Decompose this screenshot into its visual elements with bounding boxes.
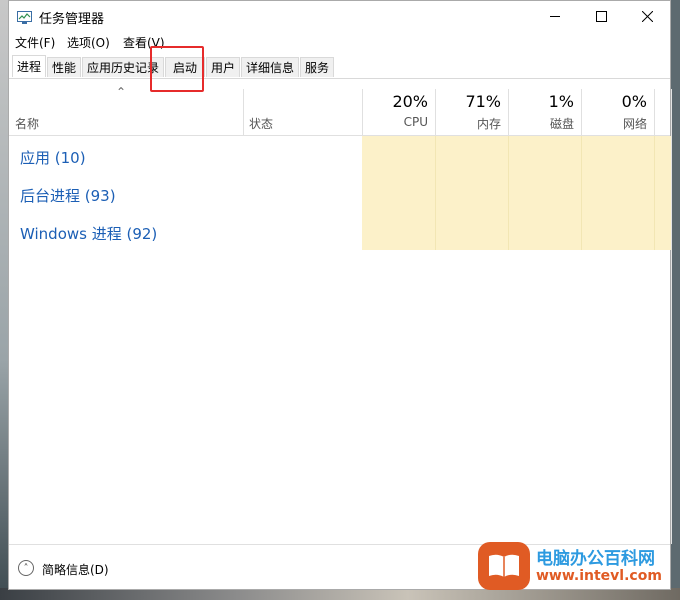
minimize-button[interactable] (532, 1, 578, 31)
title-bar[interactable]: 任务管理器 (9, 1, 670, 31)
scroll-edge (671, 89, 672, 544)
cpu-label: CPU (403, 115, 428, 129)
close-button[interactable] (624, 1, 670, 31)
startup-tab-highlight (150, 46, 204, 92)
group-label: 应用 (10) (20, 149, 86, 167)
column-status[interactable]: 状态 (249, 115, 273, 132)
column-divider[interactable] (654, 89, 655, 135)
tab-services[interactable]: 服务 (300, 57, 334, 77)
column-network[interactable]: 0% 网络 (582, 89, 654, 135)
watermark-title: 电脑办公百科网 (536, 549, 655, 569)
column-disk[interactable]: 1% 磁盘 (509, 89, 581, 135)
process-list: 应用 (10) 后台进程 (93) Windows 进程 (92) (9, 136, 671, 250)
task-manager-app-icon (17, 9, 32, 24)
fewer-details-link[interactable]: 简略信息(D) (42, 561, 109, 578)
disk-percent: 1% (548, 92, 574, 111)
group-row-windows[interactable]: Windows 进程 (92) (9, 212, 670, 250)
sort-up-icon[interactable]: ⌃ (116, 85, 126, 99)
tab-performance[interactable]: 性能 (47, 57, 81, 77)
network-percent: 0% (621, 92, 647, 111)
tab-bar: 进程 性能 应用历史记录 启动 用户 详细信息 服务 (9, 54, 670, 79)
disk-label: 磁盘 (549, 117, 574, 131)
memory-percent: 71% (465, 92, 501, 111)
watermark: 电脑办公百科网 www.intevl.com (472, 540, 676, 592)
tab-details[interactable]: 详细信息 (241, 57, 299, 77)
window-title: 任务管理器 (39, 12, 105, 27)
watermark-url: www.intevl.com (536, 568, 662, 584)
column-memory[interactable]: 71% 内存 (436, 89, 508, 135)
menu-bar: 文件(F) 选项(O) 查看(V) (9, 32, 670, 52)
memory-label: 内存 (476, 117, 501, 131)
group-row-background[interactable]: 后台进程 (93) (9, 174, 670, 212)
menu-file[interactable]: 文件(F) (15, 34, 55, 51)
group-row-apps[interactable]: 应用 (10) (9, 136, 670, 174)
column-header: ⌃ 名称 状态 20% CPU 71% 内存 1% 磁盘 0% 网络 (9, 85, 670, 136)
minimize-icon (550, 15, 560, 17)
tab-users[interactable]: 用户 (206, 57, 240, 77)
cpu-percent: 20% (392, 92, 428, 111)
book-logo-icon (478, 542, 530, 590)
maximize-icon (595, 10, 607, 22)
maximize-button[interactable] (578, 1, 624, 31)
task-manager-window: 任务管理器 文件(F) 选项(O) 查看(V) 进程 性能 应用历史记录 启动 … (8, 0, 672, 590)
network-label: 网络 (622, 117, 647, 131)
group-label: Windows 进程 (92) (20, 225, 158, 243)
column-cpu[interactable]: 20% CPU (363, 89, 435, 135)
group-label: 后台进程 (93) (20, 187, 116, 205)
close-icon (641, 10, 653, 22)
column-name[interactable]: 名称 (15, 115, 39, 132)
tab-processes[interactable]: 进程 (12, 55, 46, 77)
menu-options[interactable]: 选项(O) (67, 34, 110, 51)
column-divider[interactable] (243, 89, 244, 135)
collapse-chevron-up-icon[interactable]: ˄ (18, 560, 34, 576)
